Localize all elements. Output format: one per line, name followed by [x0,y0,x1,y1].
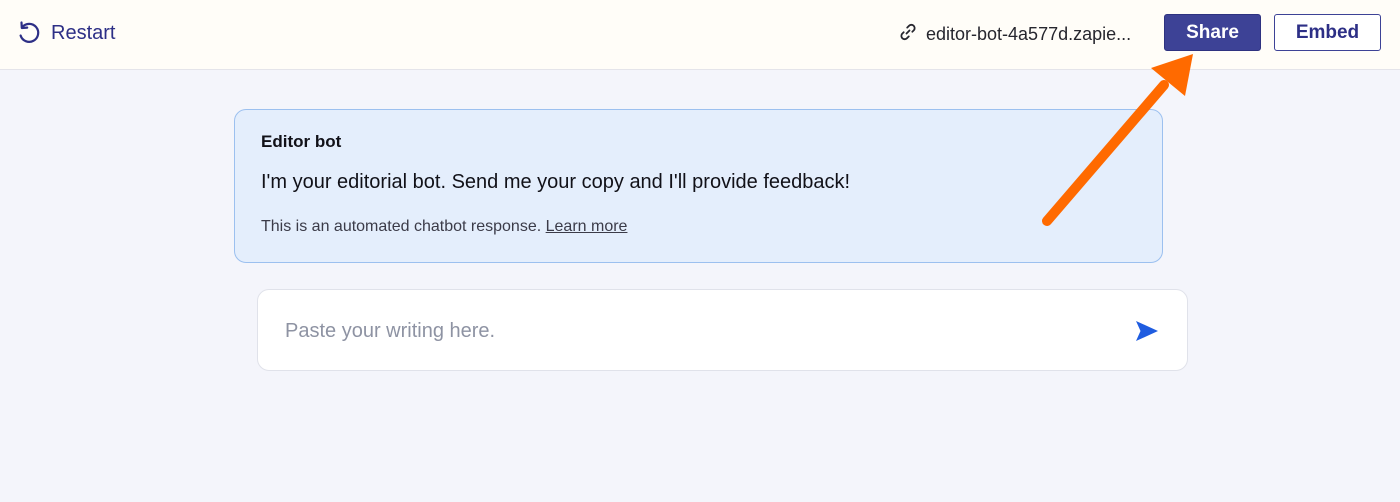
send-icon [1133,321,1161,349]
bot-url[interactable]: editor-bot-4a577d.zapie... [898,20,1148,48]
restart-label: Restart [51,21,116,44]
send-button[interactable] [1133,317,1161,345]
link-icon [898,22,918,47]
automated-note-text: This is an automated chatbot response. [261,218,542,235]
bot-message: I'm your editorial bot. Send me your cop… [261,171,851,193]
embed-button[interactable]: Embed [1274,14,1381,51]
share-button[interactable]: Share [1164,14,1261,51]
bot-name: Editor bot [261,132,342,151]
bot-url-text: editor-bot-4a577d.zapie... [926,23,1132,44]
message-composer [257,289,1188,371]
automated-note: This is an automated chatbot response. L… [261,218,627,236]
bot-message-card: Editor bot I'm your editorial bot. Send … [234,109,1163,263]
restart-button[interactable]: Restart [16,17,115,49]
writing-input[interactable] [283,310,1107,352]
top-bar: Restart editor-bot-4a577d.zapie... Share… [0,0,1400,70]
learn-more-link[interactable]: Learn more [546,218,628,235]
restart-icon [16,20,42,46]
